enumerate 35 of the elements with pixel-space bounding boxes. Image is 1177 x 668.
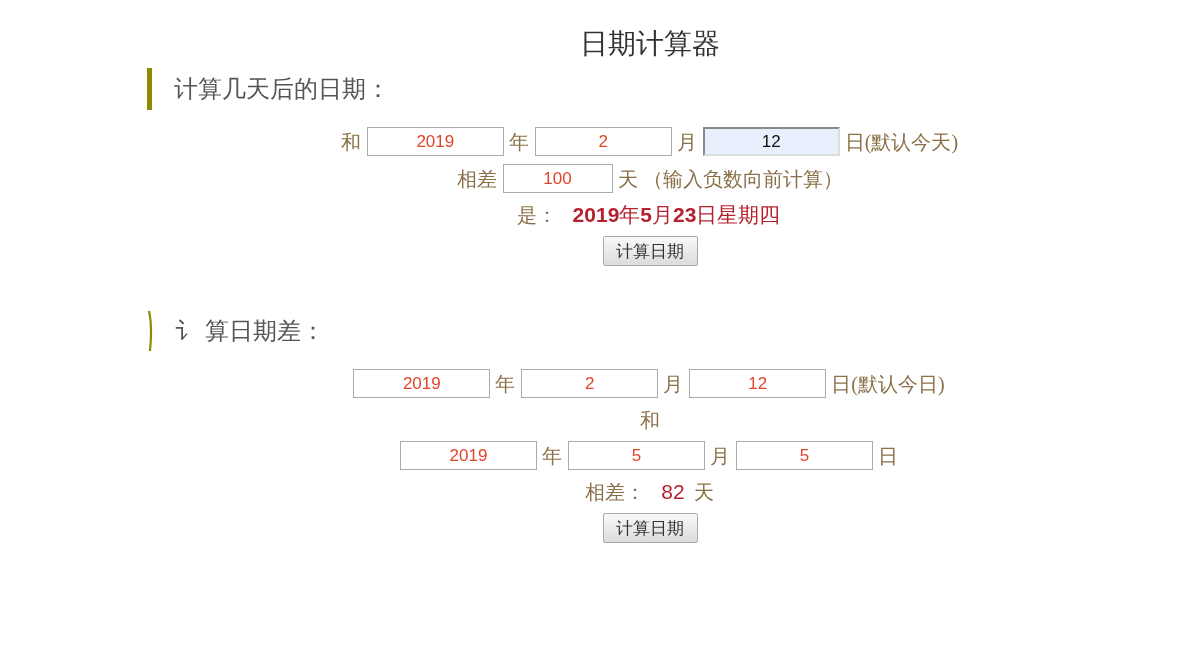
number-input[interactable]: 2019 <box>353 369 491 398</box>
field-label: 日 <box>878 443 898 469</box>
field-label: 月 <box>676 129 697 155</box>
field-label: 天 （输入负数向前计算） <box>617 166 843 192</box>
field-label: 年 <box>508 129 529 155</box>
field-label: 年 <box>542 443 562 469</box>
number-input[interactable]: 12 <box>689 369 827 398</box>
accent-bar-icon <box>147 68 152 110</box>
calculate-button[interactable]: 计算日期 <box>602 513 698 543</box>
field-label: 年 <box>495 371 516 397</box>
result-value: 82 <box>661 478 685 505</box>
field-label: 日(默认今日) <box>831 371 945 397</box>
field-label: 和 <box>639 407 660 433</box>
number-input[interactable]: 2019 <box>400 441 537 470</box>
section-heading: 计算几天后的日期： <box>174 75 390 104</box>
number-input[interactable]: 5 <box>736 441 873 470</box>
calculate-button[interactable]: 计算日期 <box>602 236 698 266</box>
field-label: 月 <box>663 371 684 397</box>
field-label: 相差 <box>456 166 497 192</box>
page-title: 日期计算器 <box>580 27 720 61</box>
result-value: 2019年5月23日星期四 <box>572 201 781 228</box>
number-input[interactable]: 2 <box>534 127 672 156</box>
field-label: 月 <box>710 443 730 469</box>
field-label: 天 <box>693 479 714 505</box>
number-input[interactable]: 2019 <box>366 127 504 156</box>
number-input[interactable]: 12 <box>702 127 840 156</box>
field-label: 日(默认今天) <box>844 129 959 155</box>
section-heading: 讠 算日期差： <box>175 317 325 346</box>
accent-line-icon <box>147 310 153 352</box>
number-input[interactable]: 5 <box>568 441 705 470</box>
field-label: 是： <box>516 202 557 228</box>
number-input[interactable]: 2 <box>521 369 659 398</box>
number-input[interactable]: 100 <box>502 164 613 193</box>
field-label: 相差： <box>585 479 646 505</box>
field-label: 和 <box>340 129 361 155</box>
